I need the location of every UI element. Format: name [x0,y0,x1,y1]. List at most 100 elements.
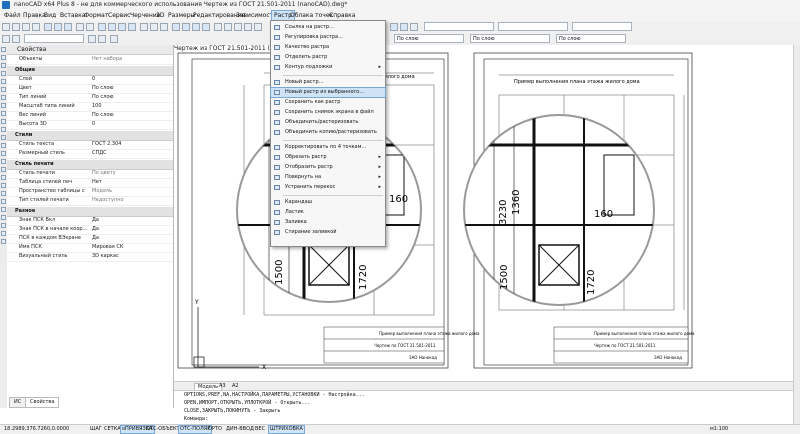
explode-icon[interactable] [1,215,6,220]
raster-menu-item[interactable]: Сохранить снимок экрана в файл [271,108,385,117]
lineweight-combo[interactable]: По слою [556,34,626,43]
properties-icon[interactable] [140,23,148,31]
erase-icon[interactable] [1,239,6,244]
command-window[interactable]: OPTIONS,PREF,NA,НАСТРОЙКА,ПАРАМЕТРЫ,УСТА… [174,390,793,425]
table-icon[interactable] [244,23,252,31]
snap-icon[interactable] [182,23,190,31]
tab-is[interactable]: ИС [9,397,27,408]
layer-state-icon[interactable] [12,35,20,43]
toggle-otrack[interactable]: ОТС-ОБЪЕКТ [146,426,180,432]
raster-menu-item[interactable]: Качество растра [271,43,385,52]
raster-menu-item[interactable]: Отделить растр [271,53,385,62]
raster-menu-item[interactable]: Новый растр из выбранного... [270,87,386,98]
offset-icon[interactable] [1,175,6,180]
raster-menu-item[interactable]: Устранить перекос ▸ [271,183,385,192]
redo-icon[interactable] [86,23,94,31]
array-icon[interactable] [1,223,6,228]
save-icon[interactable] [22,23,30,31]
raster-menu-item[interactable]: Новый растр... [271,78,385,87]
spline-icon[interactable] [1,103,6,108]
layer-previous-icon[interactable] [98,35,106,43]
point-icon[interactable] [1,111,6,116]
undo-icon[interactable] [76,23,84,31]
make-current-icon[interactable] [88,35,96,43]
toggle-dyn[interactable]: ДИН-ВВОД [226,426,254,432]
mirror-draw-icon[interactable] [1,167,6,172]
tab-a2[interactable]: A2 [232,383,239,389]
raster-menu-item[interactable]: Объединить/растеризовать [271,118,385,127]
raster-menu-item[interactable]: Контур подложки ▸ [271,63,385,72]
menu-edit[interactable]: Правка [23,12,46,19]
arc-icon[interactable] [1,71,6,76]
zoom-window-icon[interactable] [118,23,126,31]
command-prompt[interactable]: Команда: [184,416,208,422]
menu-service[interactable]: Сервис [108,12,130,19]
menu-point-clouds[interactable]: Облака точек [290,12,333,19]
linetype-combo[interactable]: По слою [470,34,550,43]
chamfer-icon[interactable] [1,207,6,212]
tab-properties[interactable]: Свойства [25,397,60,408]
text-icon[interactable] [390,23,398,31]
rectangle-icon[interactable] [1,79,6,84]
toggle-snap[interactable]: ШАГ [90,426,102,432]
raster-menu-item[interactable]: Отобразить растр ▸ [271,163,385,172]
raster-menu-item[interactable]: Регулировка растра... [271,33,385,42]
polygon-icon[interactable] [1,87,6,92]
table-style-combo[interactable] [572,22,632,31]
open-icon[interactable] [12,23,20,31]
rotate-draw-icon[interactable] [1,151,6,156]
raster-menu-item[interactable]: Повернуть на ▸ [271,173,385,182]
print-icon[interactable] [32,23,40,31]
raster-menu-item[interactable]: Обрезать растр ▸ [271,153,385,162]
block-icon[interactable] [234,23,242,31]
paste-icon[interactable] [64,23,72,31]
circle-icon[interactable] [1,63,6,68]
zoom-icon[interactable] [108,23,116,31]
tab-a3[interactable]: A3 [219,383,226,389]
measure-icon[interactable] [214,23,222,31]
move-icon[interactable] [1,135,6,140]
raster-menu-item[interactable]: Объединить копию/растеризовать [271,128,385,137]
objects-row[interactable]: Объекты Нет набора [7,55,173,65]
region-icon[interactable] [1,127,6,132]
cut-icon[interactable] [44,23,52,31]
pan-icon[interactable] [98,23,106,31]
mtext-icon[interactable] [400,23,408,31]
hatch-icon[interactable] [254,23,262,31]
menu-3d[interactable]: 3D [156,12,164,19]
fillet-icon[interactable] [1,199,6,204]
dim-style-combo[interactable] [498,22,568,31]
menu-view[interactable]: Вид [44,12,56,19]
toggle-grid[interactable]: СЕТКА [104,426,121,432]
color-combo[interactable]: По слою [394,34,464,43]
zoom-extents-icon[interactable] [128,23,136,31]
menu-format[interactable]: Формат [84,12,108,19]
prop-row[interactable]: Размерный стиль СПДС [7,149,173,159]
menu-dimensions[interactable]: Размеры [168,12,195,19]
app-icon[interactable] [2,1,10,9]
line-icon[interactable] [1,47,6,52]
polar-icon[interactable] [202,23,210,31]
toggle-ortho[interactable]: ОРТО [208,426,222,432]
scale-readout[interactable]: м1:100 [710,426,728,432]
grid-icon[interactable] [172,23,180,31]
menu-file[interactable]: Файл [4,12,21,19]
raster-menu-item[interactable]: Заливка [271,218,385,227]
layer-combo[interactable] [24,34,84,43]
extend-icon[interactable] [1,191,6,196]
polyline-icon[interactable] [1,55,6,60]
raster-menu-item[interactable]: Ластик [271,208,385,217]
raster-menu-item[interactable]: Стирание заливкой [271,228,385,237]
menu-help[interactable]: Справка [329,12,355,19]
copy-draw-icon[interactable] [1,143,6,148]
hatch-draw-icon[interactable] [1,119,6,124]
matchprop-icon[interactable] [160,23,168,31]
color-icon[interactable] [110,35,118,43]
ortho-icon[interactable] [192,23,200,31]
prop-row[interactable]: Тип стилей печати Недоступно [7,196,173,206]
menu-insert[interactable]: Вставка [60,12,85,19]
dim-icon[interactable] [410,23,418,31]
scale-icon[interactable] [1,159,6,164]
raster-menu-item[interactable]: Корректировать по 4 точкам... [271,143,385,152]
layers-icon[interactable] [150,23,158,31]
